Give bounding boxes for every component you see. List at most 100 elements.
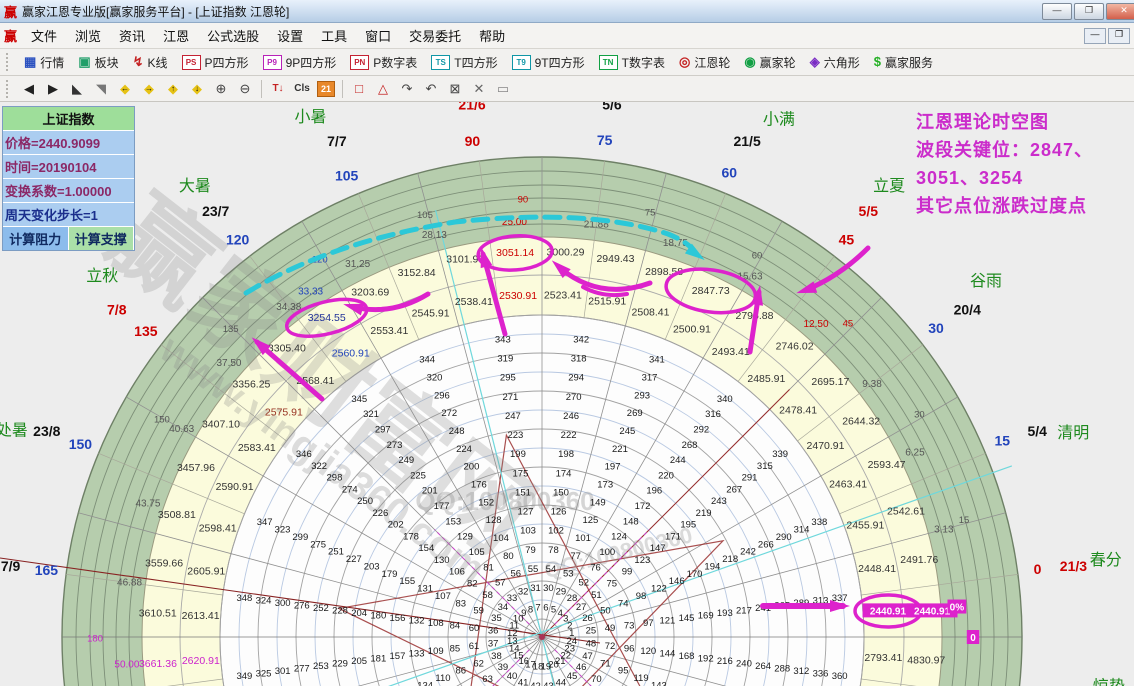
- step-left-button[interactable]: ◆←: [113, 78, 137, 99]
- svg-text:27: 27: [576, 602, 587, 613]
- toolbar-button-ts[interactable]: TST四方形: [424, 51, 504, 73]
- svg-text:处暑: 处暑: [0, 421, 28, 439]
- svg-text:3508.81: 3508.81: [158, 509, 196, 521]
- svg-text:2949.43: 2949.43: [596, 253, 634, 265]
- triangle-tool-button[interactable]: △: [371, 78, 395, 99]
- toolbar-button-tn[interactable]: TNT数字表: [592, 51, 672, 73]
- svg-text:322: 322: [311, 461, 327, 472]
- square-tool-button[interactable]: □: [347, 78, 371, 99]
- annotation-line: 3051、3254: [916, 164, 1093, 192]
- svg-text:109: 109: [428, 646, 444, 657]
- mdi-restore-button[interactable]: ❐: [1108, 28, 1130, 44]
- toolbar-button-blocks[interactable]: ▣板块: [71, 51, 125, 73]
- zoom-in-button[interactable]: ⊕: [209, 78, 233, 99]
- menu-item-3[interactable]: 江恩: [154, 24, 198, 47]
- toolbar-button-service[interactable]: $赢家服务: [867, 51, 940, 73]
- svg-text:36: 36: [488, 626, 499, 637]
- svg-text:242: 242: [740, 547, 756, 558]
- menu-item-8[interactable]: 交易委托: [400, 24, 470, 47]
- tri-dark-button[interactable]: ◣: [65, 78, 89, 99]
- maximize-button[interactable]: ❐: [1074, 3, 1104, 20]
- svg-text:7/7: 7/7: [327, 133, 347, 149]
- toolbar-button-gann-wheel[interactable]: ◎江恩轮: [672, 51, 737, 73]
- zoom-in-icon: ⊕: [216, 81, 227, 97]
- toolbar-button-kline[interactable]: ↯K线: [126, 51, 175, 73]
- svg-text:145: 145: [679, 613, 695, 624]
- close-button[interactable]: ✕: [1106, 3, 1134, 20]
- svg-text:248: 248: [449, 426, 465, 437]
- svg-text:314: 314: [794, 525, 810, 536]
- svg-text:2523.41: 2523.41: [544, 290, 582, 302]
- svg-text:193: 193: [717, 608, 733, 619]
- svg-text:174: 174: [556, 468, 572, 479]
- svg-text:21/5: 21/5: [733, 133, 760, 149]
- toolbar-button-pn[interactable]: PNP数字表: [343, 51, 424, 73]
- p9-icon: P9: [263, 55, 282, 70]
- calc-support-button[interactable]: 计算支撑: [69, 227, 135, 250]
- toolbar-button-hexagon[interactable]: ◈六角形: [803, 51, 867, 73]
- svg-text:97: 97: [643, 618, 654, 629]
- svg-text:73: 73: [624, 621, 635, 632]
- minimize-button[interactable]: —: [1042, 3, 1072, 20]
- svg-text:33.33: 33.33: [298, 286, 323, 297]
- menu-item-5[interactable]: 设置: [268, 24, 312, 47]
- cls-button[interactable]: Cls: [290, 78, 314, 99]
- svg-text:3305.40: 3305.40: [268, 343, 306, 355]
- step-right-button[interactable]: ◆→: [137, 78, 161, 99]
- calendar-button[interactable]: 21: [314, 78, 338, 99]
- svg-text:3661.36: 3661.36: [139, 658, 177, 670]
- svg-text:71: 71: [600, 658, 611, 669]
- toolbar-button-p9[interactable]: P99P四方形: [256, 51, 344, 73]
- svg-text:133: 133: [409, 649, 425, 660]
- svg-text:244: 244: [670, 455, 686, 466]
- svg-text:319: 319: [497, 354, 513, 365]
- svg-text:126: 126: [551, 507, 567, 518]
- menu-item-0[interactable]: 文件: [22, 24, 66, 47]
- svg-text:84: 84: [450, 621, 461, 632]
- screen-button[interactable]: ▭: [491, 78, 515, 99]
- menu-item-1[interactable]: 浏览: [66, 24, 110, 47]
- menu-item-9[interactable]: 帮助: [470, 24, 514, 47]
- svg-text:47: 47: [582, 651, 593, 662]
- rotate-cw-button[interactable]: ↷: [395, 78, 419, 99]
- toolbar-button-ps[interactable]: PSP四方形: [175, 51, 256, 73]
- svg-text:29: 29: [556, 586, 567, 597]
- svg-text:2542.61: 2542.61: [887, 506, 925, 518]
- svg-text:55: 55: [528, 564, 539, 575]
- svg-text:清明: 清明: [1057, 424, 1089, 442]
- svg-text:2613.41: 2613.41: [182, 610, 220, 622]
- svg-text:173: 173: [597, 479, 613, 490]
- menu-item-2[interactable]: 资讯: [110, 24, 154, 47]
- toolbar-button-t9[interactable]: T99T四方形: [505, 51, 592, 73]
- toolbar-button-grid[interactable]: ▦行情: [17, 51, 71, 73]
- svg-text:46.88: 46.88: [117, 578, 142, 589]
- step-up-button[interactable]: ◆↑: [161, 78, 185, 99]
- menu-item-7[interactable]: 窗口: [356, 24, 400, 47]
- expand-button[interactable]: ⊠: [443, 78, 467, 99]
- ts-icon: TS: [431, 55, 450, 70]
- svg-text:345: 345: [351, 394, 367, 405]
- square-tool-icon: □: [355, 81, 363, 96]
- zoom-out-button[interactable]: ⊖: [233, 78, 257, 99]
- toolbar-separator: [261, 80, 262, 98]
- svg-text:30: 30: [543, 583, 554, 594]
- menu-item-4[interactable]: 公式选股: [198, 24, 268, 47]
- gann-wheel-icon: ◎: [679, 55, 690, 69]
- svg-text:26: 26: [582, 613, 593, 624]
- step-down-button[interactable]: ◆↓: [185, 78, 209, 99]
- converge-button[interactable]: ✕: [467, 78, 491, 99]
- pan-left-button[interactable]: ◀: [17, 78, 41, 99]
- svg-text:131: 131: [417, 584, 433, 595]
- tri-gray-button[interactable]: ◥: [89, 78, 113, 99]
- svg-text:264: 264: [755, 661, 771, 672]
- calc-resistance-button[interactable]: 计算阻力: [3, 227, 69, 250]
- svg-text:168: 168: [679, 651, 695, 662]
- menu-item-6[interactable]: 工具: [312, 24, 356, 47]
- svg-text:227: 227: [346, 554, 362, 565]
- svg-text:288: 288: [774, 664, 790, 675]
- updown-button[interactable]: T↓: [266, 78, 290, 99]
- pan-right-button[interactable]: ▶: [41, 78, 65, 99]
- rotate-ccw-button[interactable]: ↶: [419, 78, 443, 99]
- toolbar-button-winner-wheel[interactable]: ◉赢家轮: [737, 51, 802, 73]
- mdi-minimize-button[interactable]: —: [1084, 28, 1106, 44]
